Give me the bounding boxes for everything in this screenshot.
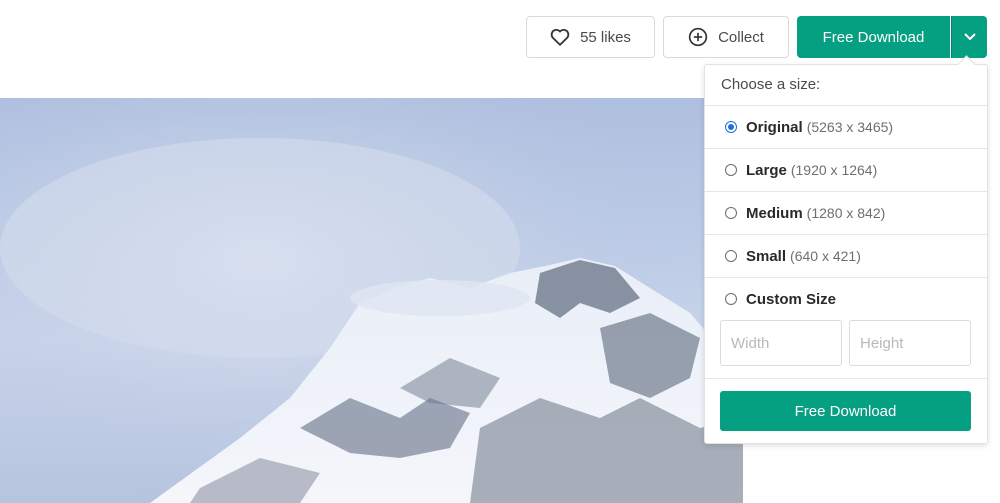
custom-size-section: Custom Size <box>705 278 987 379</box>
mountain-photo <box>0 98 743 503</box>
plus-circle-icon <box>688 27 708 47</box>
size-option-custom[interactable]: Custom Size <box>705 278 987 320</box>
collect-button[interactable]: Collect <box>663 16 789 58</box>
likes-button[interactable]: 55 likes <box>526 16 655 58</box>
download-size-dropdown: Choose a size: Original (5263 x 3465) La… <box>704 55 988 444</box>
option-dims: (640 x 421) <box>790 248 861 264</box>
download-size-toggle[interactable] <box>951 16 987 58</box>
width-input[interactable] <box>720 320 842 366</box>
likes-label: 55 likes <box>580 28 631 46</box>
size-option-small[interactable]: Small (640 x 421) <box>705 235 987 278</box>
custom-size-inputs <box>705 320 987 366</box>
dropdown-free-download-button[interactable]: Free Download <box>720 391 971 431</box>
option-label: Medium <box>746 204 803 222</box>
free-download-label: Free Download <box>822 28 925 46</box>
option-label: Large <box>746 161 787 179</box>
chevron-down-icon <box>963 33 976 41</box>
radio-small[interactable] <box>725 250 737 262</box>
option-dims: (1920 x 1264) <box>790 162 878 178</box>
dropdown-title: Choose a size: <box>705 65 987 106</box>
option-label: Small <box>746 247 787 265</box>
option-dims: (1280 x 842) <box>806 205 886 221</box>
collect-label: Collect <box>718 28 764 46</box>
option-label: Original <box>746 118 803 136</box>
radio-custom[interactable] <box>725 293 737 305</box>
size-option-large[interactable]: Large (1920 x 1264) <box>705 149 987 192</box>
size-option-medium[interactable]: Medium (1280 x 842) <box>705 192 987 235</box>
height-input[interactable] <box>849 320 971 366</box>
heart-icon <box>550 28 570 46</box>
size-option-original[interactable]: Original (5263 x 3465) <box>705 106 987 149</box>
radio-original[interactable] <box>725 121 737 133</box>
free-download-button[interactable]: Free Download <box>797 16 950 58</box>
option-label: Custom Size <box>746 290 837 308</box>
radio-large[interactable] <box>725 164 737 176</box>
radio-medium[interactable] <box>725 207 737 219</box>
dropdown-download-label: Free Download <box>794 402 897 420</box>
option-dims: (5263 x 3465) <box>806 119 894 135</box>
